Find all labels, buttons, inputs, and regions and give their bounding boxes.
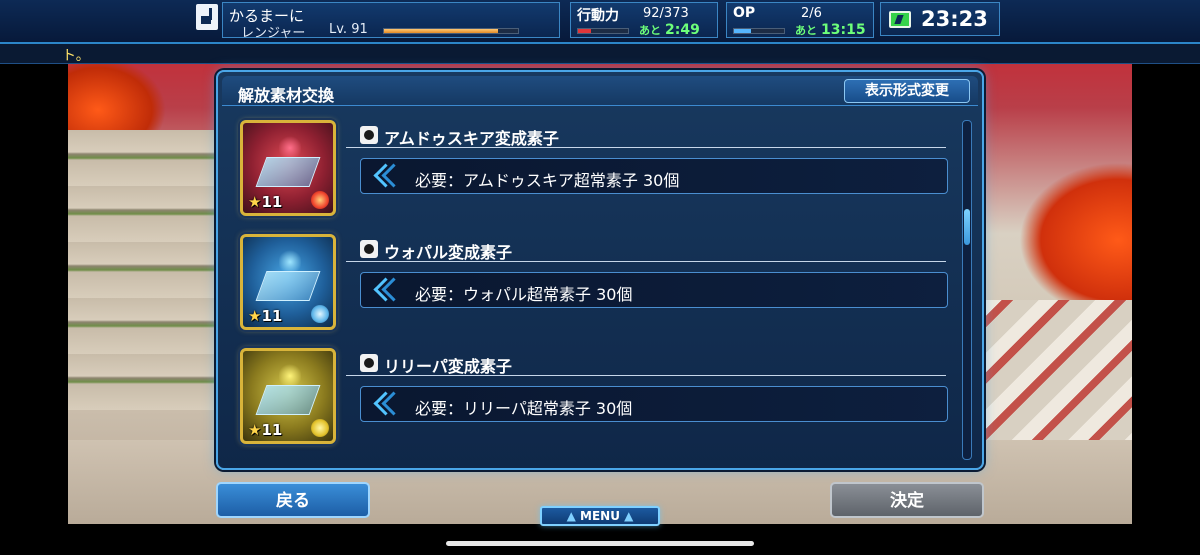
action-points-bar [577, 28, 629, 34]
action-points-panel: 行動力 92/373 あと 2:49 [570, 2, 718, 38]
op-bar [733, 28, 785, 34]
ticker-strip: ト。 [0, 44, 1200, 64]
material-list: ★11 アムドゥスキア変成素子 必要：アムドゥスキア超常素子 30個 ★11 ウ… [236, 116, 948, 456]
fire-element-icon [311, 191, 329, 209]
op-timer-value: 13:15 [821, 22, 866, 38]
menu-button[interactable]: ▲ MENU ▲ [540, 506, 660, 526]
change-display-format-button[interactable]: 表示形式変更 [844, 79, 970, 103]
player-icon[interactable] [196, 4, 218, 30]
op-value: 2/6 [801, 6, 822, 21]
requirement-box: 必要：アムドゥスキア超常素子 30個 [360, 158, 948, 194]
material-plate-icon [255, 271, 321, 301]
action-points-bar-fill [578, 29, 591, 33]
rarity-badge: ★11 [248, 421, 282, 439]
material-type-icon [360, 354, 378, 372]
player-class: レンジャー [241, 26, 306, 41]
ice-element-icon [311, 305, 329, 323]
op-panel: OP 2/6 あと 13:15 [726, 2, 874, 38]
confirm-button[interactable]: 決定 [830, 482, 984, 518]
requirement-text: 必要：ウォパル超常素子 30個 [415, 285, 633, 304]
action-points-timer: あと 2:49 [639, 22, 700, 38]
clock-panel: 23:23 [880, 2, 1000, 36]
list-item[interactable]: ★11 リリーパ変成素子 必要：リリーパ超常素子 30個 [236, 348, 948, 448]
item-name: ウォパル変成素子 [384, 243, 513, 262]
item-thumbnail: ★11 [240, 348, 336, 444]
rarity-value: 11 [261, 193, 283, 211]
exchange-dialog: 解放素材交換 表示形式変更 ★11 アムドゥスキア変成素子 必要：アムドゥスキア… [216, 70, 984, 470]
item-name-row: ウォパル変成素子 [346, 236, 946, 262]
requirement-box: 必要：リリーパ超常素子 30個 [360, 386, 948, 422]
list-scrollbar[interactable] [962, 120, 972, 460]
chevron-left-icon [371, 393, 397, 417]
item-name-row: アムドゥスキア変成素子 [346, 122, 946, 148]
list-item[interactable]: ★11 アムドゥスキア変成素子 必要：アムドゥスキア超常素子 30個 [236, 120, 948, 220]
item-thumbnail: ★11 [240, 120, 336, 216]
requirement-text: 必要：リリーパ超常素子 30個 [415, 399, 633, 418]
triangle-up-icon: ▲ [624, 509, 634, 523]
dialog-header: 解放素材交換 表示形式変更 [222, 76, 978, 106]
list-item[interactable]: ★11 ウォパル変成素子 必要：ウォパル超常素子 30個 [236, 234, 948, 334]
action-timer-prefix: あと [639, 24, 661, 37]
requirement-box: 必要：ウォパル超常素子 30個 [360, 272, 948, 308]
material-plate-icon [255, 385, 321, 415]
rarity-value: 11 [261, 307, 283, 325]
chevron-left-icon [371, 165, 397, 189]
chevron-left-icon [371, 279, 397, 303]
triangle-up-icon: ▲ [566, 509, 576, 523]
star-icon: ★ [248, 421, 262, 439]
item-name-row: リリーパ変成素子 [346, 350, 946, 376]
star-icon: ★ [248, 193, 262, 211]
material-type-icon [360, 126, 378, 144]
lightning-element-icon [311, 419, 329, 437]
clock-time: 23:23 [921, 7, 988, 31]
back-button[interactable]: 戻る [216, 482, 370, 518]
dialog-title: 解放素材交換 [238, 86, 335, 105]
item-name: リリーパ変成素子 [384, 357, 512, 376]
op-bar-fill [734, 29, 751, 33]
item-thumbnail: ★11 [240, 234, 336, 330]
rarity-badge: ★11 [248, 193, 282, 211]
player-level: Lv. 91 [329, 22, 368, 37]
op-timer-prefix: あと [795, 24, 817, 37]
home-indicator[interactable] [446, 541, 754, 546]
action-points-label: 行動力 [577, 8, 619, 24]
scrollbar-thumb[interactable] [964, 209, 970, 245]
op-timer: あと 13:15 [795, 22, 866, 38]
star-icon: ★ [248, 307, 262, 325]
material-plate-icon [255, 157, 321, 187]
material-type-icon [360, 240, 378, 258]
ticker-text: ト。 [62, 48, 90, 64]
action-timer-value: 2:49 [665, 22, 700, 38]
player-panel: かるまーに レンジャー Lv. 91 [222, 2, 560, 41]
menu-label: MENU [580, 509, 620, 523]
item-name: アムドゥスキア変成素子 [384, 129, 559, 148]
action-points-value: 92/373 [643, 6, 689, 21]
op-label: OP [733, 5, 756, 21]
rarity-badge: ★11 [248, 307, 282, 325]
requirement-text: 必要：アムドゥスキア超常素子 30個 [415, 171, 680, 190]
exp-bar-fill [384, 29, 498, 33]
battery-icon [889, 11, 911, 28]
exp-bar [383, 28, 519, 34]
status-bar: かるまーに レンジャー Lv. 91 行動力 92/373 あと 2:49 OP … [0, 0, 1200, 44]
rarity-value: 11 [261, 421, 283, 439]
background-wall [68, 130, 218, 410]
